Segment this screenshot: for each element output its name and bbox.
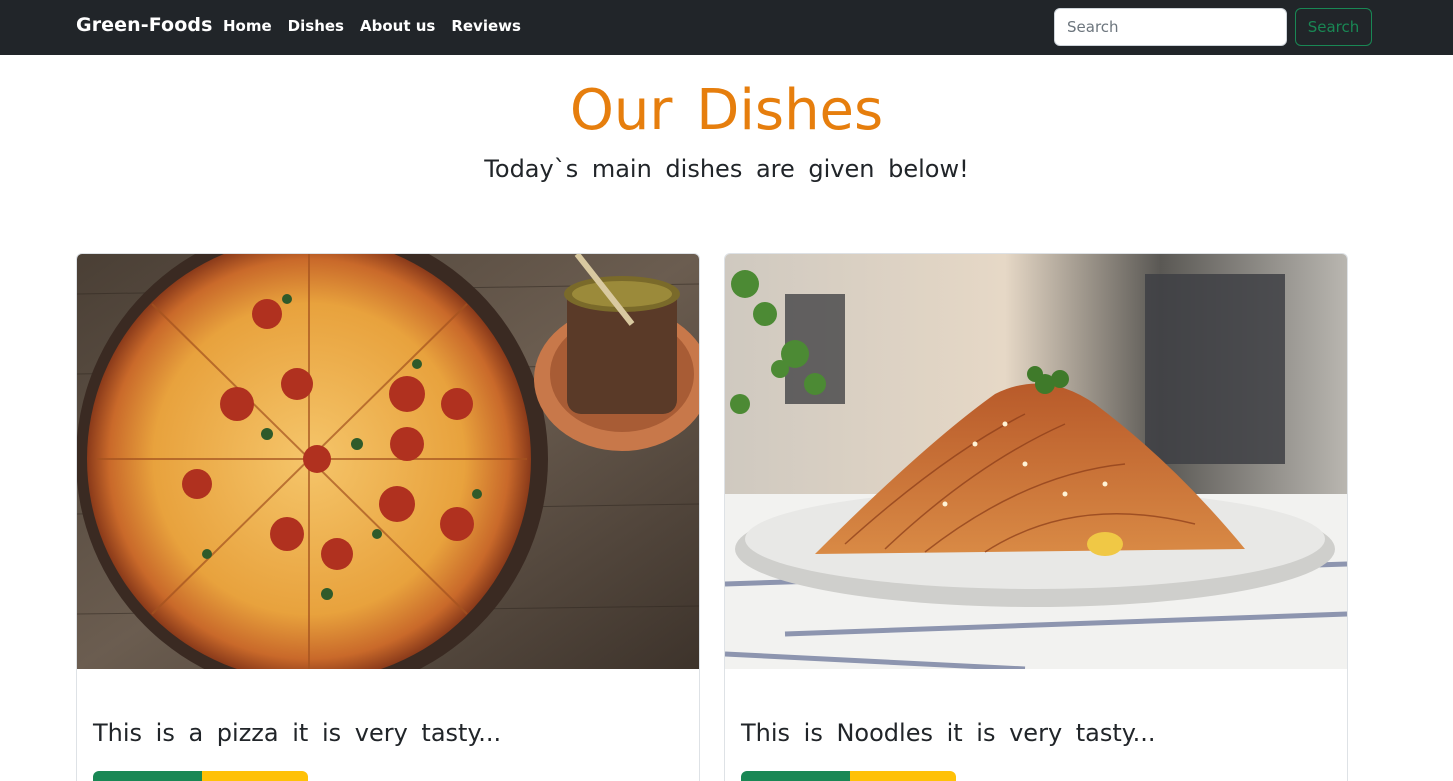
card-description: This is Noodles it is very tasty... <box>741 719 1156 747</box>
nav-link-reviews[interactable]: Reviews <box>451 17 521 35</box>
page-subtitle: Today`s main dishes are given below! <box>484 155 969 183</box>
order-button[interactable] <box>93 771 202 781</box>
page-title: Our Dishes <box>569 78 884 143</box>
details-button[interactable] <box>202 771 308 781</box>
nav-links: Home Dishes About us Reviews <box>223 17 521 35</box>
pizza-image <box>77 254 699 669</box>
nav-link-home[interactable]: Home <box>223 17 272 35</box>
nav-link-dishes[interactable]: Dishes <box>288 17 344 35</box>
card-actions <box>93 771 308 781</box>
search-input[interactable] <box>1054 8 1287 46</box>
noodles-image <box>725 254 1347 669</box>
card-actions <box>741 771 956 781</box>
dish-card-noodles: This is Noodles it is very tasty... <box>724 253 1348 781</box>
details-button[interactable] <box>850 771 956 781</box>
card-description: This is a pizza it is very tasty... <box>93 719 502 747</box>
order-button[interactable] <box>741 771 850 781</box>
dish-card-pizza: This is a pizza it is very tasty... <box>76 253 700 781</box>
nav-link-about[interactable]: About us <box>360 17 435 35</box>
brand-logo[interactable]: Green-Foods <box>76 14 212 36</box>
search-button[interactable]: Search <box>1295 8 1372 46</box>
navbar: Green-Foods Home Dishes About us Reviews… <box>0 0 1453 55</box>
